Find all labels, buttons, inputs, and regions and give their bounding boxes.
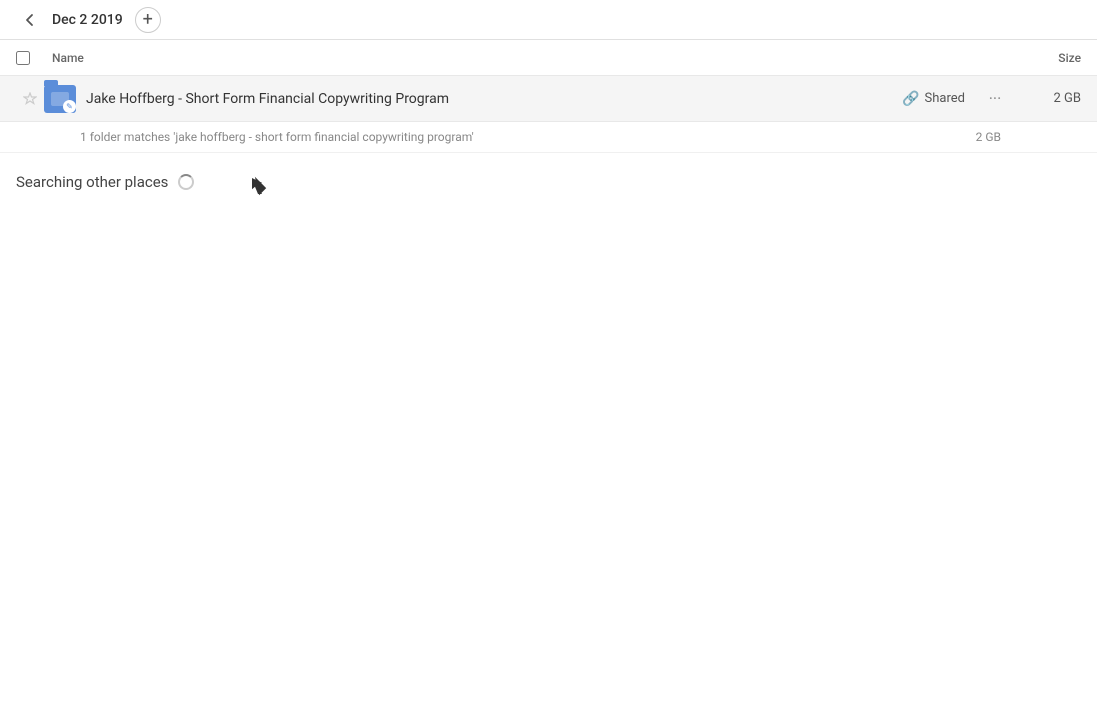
back-button[interactable] xyxy=(16,6,44,34)
folder-edit-icon: ✎ xyxy=(63,100,76,113)
breadcrumb: Dec 2 2019 xyxy=(52,12,123,28)
file-list-row[interactable]: ✎ Jake Hoffberg - Short Form Financial C… xyxy=(0,76,1097,122)
select-all-check[interactable] xyxy=(16,51,52,65)
match-info-text: 1 folder matches 'jake hoffberg - short … xyxy=(80,130,474,144)
folder-icon-wrapper: ✎ xyxy=(44,85,76,113)
name-column-header: Name xyxy=(52,51,1001,65)
more-icon: ··· xyxy=(989,89,1002,108)
searching-label: Searching other places xyxy=(16,173,168,191)
shared-label: Shared xyxy=(925,91,965,106)
file-name: Jake Hoffberg - Short Form Financial Cop… xyxy=(86,91,902,107)
column-headers: Name Size xyxy=(0,40,1097,76)
shared-badge: 🔗 Shared xyxy=(902,91,965,107)
match-info-size: 2 GB xyxy=(976,130,1001,144)
star-icon[interactable] xyxy=(16,92,44,106)
searching-other-places-row: Searching other places xyxy=(0,153,1097,199)
select-all-checkbox[interactable] xyxy=(16,51,30,65)
more-options-button[interactable]: ··· xyxy=(981,85,1009,113)
file-size: 2 GB xyxy=(1021,91,1081,106)
size-column-header: Size xyxy=(1001,51,1081,65)
match-info-row: 1 folder matches 'jake hoffberg - short … xyxy=(0,122,1097,153)
toolbar: Dec 2 2019 + xyxy=(0,0,1097,40)
link-icon: 🔗 xyxy=(902,91,919,107)
add-button[interactable]: + xyxy=(135,7,161,33)
loading-spinner xyxy=(178,174,194,190)
